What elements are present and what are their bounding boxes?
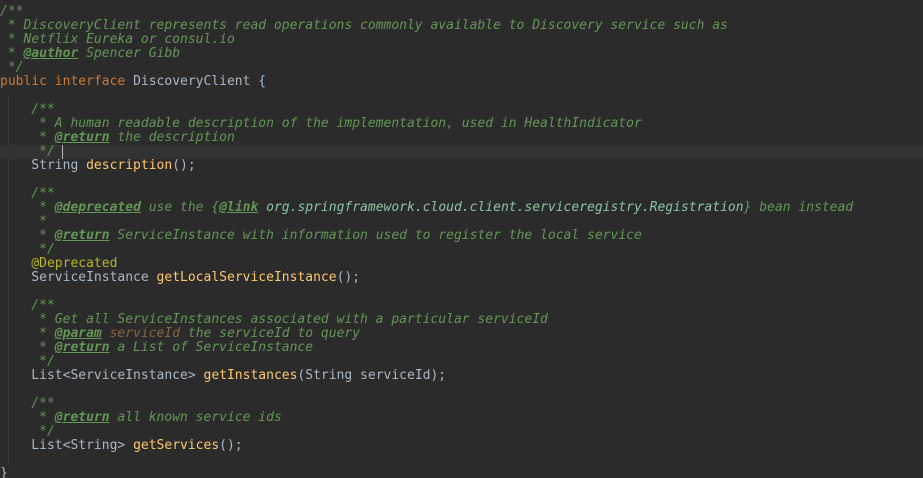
blank-line[interactable] [0,383,923,397]
code-token-doctag: @deprecated [54,200,141,215]
text-caret [62,145,63,159]
javadoc-line[interactable]: * @deprecated use the {@link org.springf… [0,201,923,215]
code-token-doctag: @return [54,340,110,355]
code-token-doclink: org.springframework.cloud.client.service… [258,200,744,215]
code-token-doctag: @return [54,410,110,425]
code-token-doc: * DiscoveryClient represents read operat… [0,18,728,33]
code-token-doc: */ [0,424,55,439]
code-token-plain: (); [219,438,243,453]
code-token-doc: the description [109,130,235,145]
code-token-doc: * [0,228,55,243]
code-token-doc: * [0,326,55,341]
javadoc-line[interactable]: /** [0,5,923,19]
code-token-doc: /** [0,298,55,313]
code-line[interactable]: @Deprecated [0,257,923,271]
code-token-plain: (); [336,270,361,285]
code-line[interactable]: List<ServiceInstance> getInstances(Strin… [0,369,923,383]
code-token-doc: the serviceId to query [180,326,361,341]
code-line[interactable]: } [0,467,923,478]
code-token-doc: * A human readable description of the im… [0,116,642,131]
javadoc-line[interactable]: * DiscoveryClient represents read operat… [0,19,923,33]
javadoc-line[interactable]: * @param serviceId the serviceId to quer… [0,327,923,341]
code-token-doc: Spencer Gibb [78,46,181,61]
code-token-doc: * [0,46,24,61]
code-token-doc: all known service ids [109,410,282,425]
javadoc-line[interactable]: * A human readable description of the im… [0,117,923,131]
code-token-doc: */ [0,144,55,159]
javadoc-line[interactable]: * @return all known service ids [0,411,923,425]
code-token-doc: * [0,340,55,355]
blank-line[interactable] [0,453,923,467]
code-token-method: getInstances [203,368,298,383]
javadoc-line[interactable]: /** [0,187,923,201]
code-token-doc: * [0,200,55,215]
code-token-doc: */ [0,242,55,257]
code-token-doc: * [0,130,55,145]
javadoc-line[interactable]: * Get all ServiceInstances associated wi… [0,313,923,327]
code-token-plain: (String serviceId); [297,368,447,383]
code-token-doc: * Netflix Eureka or consul.io [0,32,235,47]
javadoc-line[interactable]: * [0,215,923,229]
code-token-plain: List<ServiceInstance> [0,368,204,383]
code-token-doctag: @param [54,326,102,341]
code-token-plain: ServiceInstance [0,270,157,285]
code-token-doc: */ [0,354,55,369]
code-token-docparam: serviceId [101,326,181,341]
code-token-doc: * [0,214,47,229]
code-token-plain: List<String> [0,438,134,453]
blank-line[interactable] [0,285,923,299]
code-token-doc: /** [0,186,55,201]
code-token-doc: a List of ServiceInstance [109,340,314,355]
javadoc-line[interactable]: /** [0,103,923,117]
code-editor[interactable]: /** * DiscoveryClient represents read op… [0,0,923,478]
code-token-plain: (); [172,158,196,173]
code-token-doc: /** [0,102,55,117]
code-token-annot: @Deprecated [0,256,118,271]
code-token-doc: /** [0,396,55,411]
code-token-method: description [86,158,173,173]
code-token-doc: ServiceInstance with information used to… [109,228,642,243]
javadoc-line[interactable]: */ [0,425,923,439]
code-token-plain: DiscoveryClient { [133,74,267,89]
code-token-doc: */ [0,60,24,75]
javadoc-line[interactable]: */ [0,61,923,75]
javadoc-line[interactable]: */ [0,145,923,159]
javadoc-line[interactable]: /** [0,397,923,411]
code-token-doc: use the { [140,200,220,215]
javadoc-line[interactable]: * Netflix Eureka or consul.io [0,33,923,47]
code-line[interactable]: public interface DiscoveryClient { [0,75,923,89]
code-token-doc: } bean instead [743,200,854,215]
code-token-doctag: @return [54,130,110,145]
code-token-method: getServices [133,438,220,453]
code-token-doctag: @return [54,228,110,243]
code-token-doc: * [0,410,55,425]
code-token-doc: /** [0,4,24,19]
code-token-plain: } [0,466,8,478]
code-token-doctag: @link [219,200,259,215]
code-line[interactable]: ServiceInstance getLocalServiceInstance(… [0,271,923,285]
code-line[interactable]: String description(); [0,159,923,173]
javadoc-line[interactable]: * @return a List of ServiceInstance [0,341,923,355]
javadoc-line[interactable]: * @return ServiceInstance with informati… [0,229,923,243]
javadoc-line[interactable]: * @return the description [0,131,923,145]
code-token-plain: String [0,158,87,173]
javadoc-line[interactable]: */ [0,243,923,257]
blank-line[interactable] [0,89,923,103]
code-token-kw: public interface [0,74,134,89]
blank-line[interactable] [0,173,923,187]
code-token-method: getLocalServiceInstance [156,270,337,285]
code-token-doctag: @author [23,46,79,61]
javadoc-line[interactable]: /** [0,299,923,313]
javadoc-line[interactable]: */ [0,355,923,369]
code-token-doc: * Get all ServiceInstances associated wi… [0,312,548,327]
javadoc-line[interactable]: * @author Spencer Gibb [0,47,923,61]
code-line[interactable]: List<String> getServices(); [0,439,923,453]
